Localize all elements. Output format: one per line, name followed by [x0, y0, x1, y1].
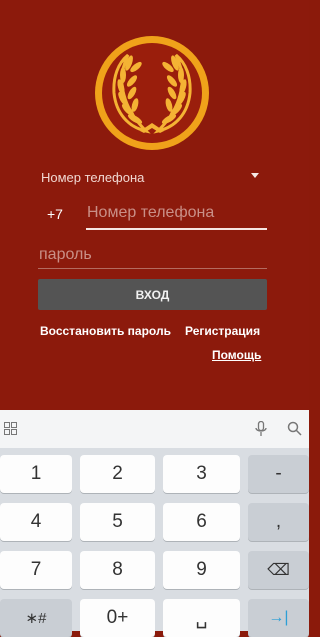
grid-icon[interactable] [4, 422, 17, 435]
key-4[interactable]: 4 [0, 503, 72, 541]
key-7[interactable]: 7 [0, 551, 72, 589]
dropdown-arrow-icon [251, 173, 259, 178]
keyboard-toolbar [0, 410, 309, 448]
key-0[interactable]: 0+ [80, 599, 155, 637]
help-link[interactable]: Помощь [212, 348, 261, 362]
key-9[interactable]: 9 [163, 551, 240, 589]
password-placeholder: пароль [39, 246, 92, 263]
enter-key[interactable]: →| [248, 599, 309, 637]
numeric-keyboard: 1 2 3 - 4 5 6 , 7 8 9 ⌫ ∗# 0+ ␣ →| [0, 410, 309, 637]
country-code[interactable]: +7 [47, 206, 63, 222]
key-5[interactable]: 5 [80, 503, 155, 541]
key-6[interactable]: 6 [163, 503, 240, 541]
phone-type-selector[interactable]: Номер телефона [41, 170, 259, 188]
key-3[interactable]: 3 [163, 455, 240, 493]
backspace-key[interactable]: ⌫ [248, 551, 309, 589]
login-button[interactable]: ВХОД [38, 279, 267, 310]
key-star-hash[interactable]: ∗# [0, 599, 72, 637]
key-8[interactable]: 8 [80, 551, 155, 589]
login-screen: Номер телефона +7 Номер телефона пароль … [0, 0, 309, 410]
key-minus[interactable]: - [248, 455, 309, 493]
key-comma[interactable]: , [248, 503, 309, 541]
laurel-wreath-logo [95, 36, 209, 150]
phone-input[interactable]: Номер телефона [86, 198, 267, 230]
key-2[interactable]: 2 [80, 455, 155, 493]
search-icon[interactable] [287, 421, 302, 436]
microphone-icon[interactable] [255, 421, 267, 437]
space-key[interactable]: ␣ [163, 599, 240, 637]
key-1[interactable]: 1 [0, 455, 72, 493]
register-link[interactable]: Регистрация [185, 324, 260, 338]
restore-password-link[interactable]: Восстановить пароль [40, 324, 171, 338]
password-input[interactable]: пароль [38, 240, 267, 269]
selector-label: Номер телефона [41, 170, 145, 185]
backspace-icon: ⌫ [267, 562, 290, 579]
phone-placeholder: Номер телефона [87, 204, 215, 221]
